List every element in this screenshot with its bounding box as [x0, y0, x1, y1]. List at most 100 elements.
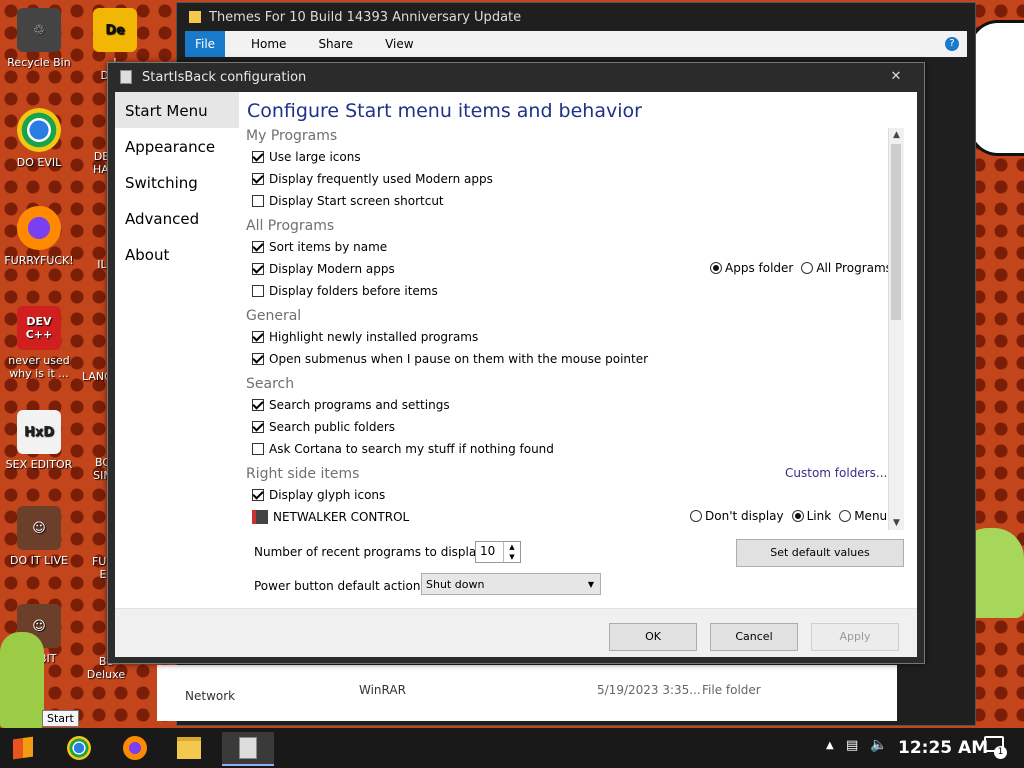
settings-panel: Configure Start menu items and behavior … — [246, 92, 917, 656]
taskbar-firefox[interactable] — [118, 732, 152, 764]
dialog-title: StartIsBack configuration — [142, 69, 307, 85]
checkbox[interactable] — [252, 285, 264, 297]
option-label: Sort items by name — [269, 240, 388, 254]
option-modern-apps-frequent[interactable]: Display frequently used Modern apps — [252, 170, 493, 188]
checkbox[interactable] — [252, 353, 264, 365]
recent-programs-stepper[interactable]: 10 ▲ ▼ — [475, 541, 521, 563]
help-icon[interactable]: ? — [945, 37, 959, 51]
scroll-thumb[interactable] — [891, 144, 901, 320]
ok-button[interactable]: OK — [609, 623, 697, 651]
notification-center-button[interactable]: 1 — [984, 736, 1007, 759]
radio-label: Link — [806, 509, 832, 523]
checkbox[interactable] — [252, 331, 264, 343]
desktop-icon-label: never used why is it ... — [8, 354, 70, 380]
option-open-submenus[interactable]: Open submenus when I pause on them with … — [252, 350, 648, 368]
spin-down-icon[interactable]: ▼ — [504, 552, 520, 562]
desktop-icon-chrome[interactable]: DO EVIL — [0, 108, 78, 169]
desktop-icon-recycle-bin[interactable]: ♲ Recycle Bin — [0, 8, 78, 69]
set-default-values-button[interactable]: Set default values — [736, 539, 904, 567]
chrome-icon — [17, 108, 61, 152]
checkbox[interactable] — [252, 263, 264, 275]
custom-folders-link[interactable]: Custom folders... — [785, 466, 887, 480]
taskbar-startisback[interactable] — [222, 732, 274, 766]
taskbar-file-explorer[interactable] — [172, 732, 206, 764]
clock[interactable]: 12:25 AM — [898, 738, 988, 758]
option-search-public[interactable]: Search public folders — [252, 418, 395, 436]
power-button-label: Power button default action: — [254, 579, 425, 593]
apply-button[interactable]: Apply — [811, 623, 899, 651]
radio-label: Don't display — [705, 509, 784, 523]
chevron-down-icon: ▼ — [587, 580, 594, 589]
option-glyph-icons[interactable]: Display glyph icons — [252, 486, 385, 504]
radio-label: All Programs — [816, 261, 892, 275]
desktop-icon-firefox[interactable]: FURRYFUCK! — [0, 206, 78, 267]
app-icon — [239, 737, 257, 759]
start-tooltip: Start — [42, 710, 79, 727]
desktop-icon-label: DO EVIL — [16, 156, 62, 169]
checkbox[interactable] — [252, 241, 264, 253]
scroll-down-icon[interactable]: ▼ — [889, 516, 904, 530]
spin-buttons[interactable]: ▲ ▼ — [503, 542, 520, 562]
checkbox[interactable] — [252, 399, 264, 411]
power-action-select[interactable]: Shut down ▼ — [421, 573, 601, 595]
recent-programs-value[interactable]: 10 — [480, 544, 495, 558]
option-sort-by-name[interactable]: Sort items by name — [252, 238, 387, 256]
options-scrollbar[interactable]: ▲ ▼ — [888, 128, 904, 530]
nav-item-network[interactable]: Network — [185, 689, 235, 703]
network-icon[interactable]: ▤ — [846, 738, 858, 753]
close-button[interactable]: ✕ — [882, 67, 910, 87]
ribbon-tab-file[interactable]: File — [185, 31, 225, 57]
checkbox[interactable] — [252, 489, 264, 501]
nav-item-appearance[interactable]: Appearance — [115, 128, 239, 164]
desktop-icon-hxd[interactable]: HxD SEX EDITOR — [0, 410, 78, 471]
checkbox[interactable] — [252, 151, 264, 163]
radio-all-programs[interactable] — [801, 262, 814, 274]
desktop-icon-label: Deluxe — [86, 668, 126, 681]
firefox-icon — [123, 736, 147, 760]
checkbox[interactable] — [252, 195, 264, 207]
ribbon-tab-view[interactable]: View — [369, 31, 429, 57]
modern-apps-radio-group: Apps folder All Programs — [702, 261, 892, 275]
option-search-programs[interactable]: Search programs and settings — [252, 396, 450, 414]
ribbon-tab-share[interactable]: Share — [302, 31, 369, 57]
option-start-screen-shortcut[interactable]: Display Start screen shortcut — [252, 192, 444, 210]
chrome-icon — [67, 736, 91, 760]
checkbox[interactable] — [252, 173, 264, 185]
nav-item-advanced[interactable]: Advanced — [115, 200, 239, 236]
page-title: Configure Start menu items and behavior — [247, 100, 642, 122]
scroll-up-icon[interactable]: ▲ — [889, 128, 904, 142]
option-highlight-new[interactable]: Highlight newly installed programs — [252, 328, 478, 346]
app-icon — [120, 70, 132, 84]
folder-icon — [177, 737, 201, 759]
file-name[interactable]: WinRAR — [359, 683, 406, 697]
option-display-modern-apps[interactable]: Display Modern apps — [252, 260, 395, 278]
hxd-icon: HxD — [17, 410, 61, 454]
section-general: General — [246, 308, 302, 324]
ribbon-tab-home[interactable]: Home — [235, 31, 302, 57]
checkbox[interactable] — [252, 443, 264, 455]
cancel-button[interactable]: Cancel — [710, 623, 798, 651]
checkbox[interactable] — [252, 421, 264, 433]
option-ask-cortana[interactable]: Ask Cortana to search my stuff if nothin… — [252, 440, 554, 458]
option-folders-before-items[interactable]: Display folders before items — [252, 282, 438, 300]
taskbar-chrome[interactable] — [62, 732, 96, 764]
app-icon: De — [93, 8, 137, 52]
radio-menu[interactable] — [839, 510, 852, 522]
radio-link[interactable] — [791, 510, 804, 522]
radio-dont-display[interactable] — [690, 510, 702, 522]
volume-icon[interactable]: 🔈 — [870, 737, 887, 753]
explorer-titlebar: Themes For 10 Build 14393 Anniversary Up… — [177, 3, 975, 31]
nav-item-switching[interactable]: Switching — [115, 164, 239, 200]
option-large-icons[interactable]: Use large icons — [252, 148, 361, 166]
file-date: 5/19/2023 3:35... — [597, 683, 701, 697]
desktop-icon-do-it-live[interactable]: ☺ DO IT LIVE — [0, 506, 78, 567]
start-button[interactable] — [6, 732, 40, 764]
nav-item-start-menu[interactable]: Start Menu — [115, 92, 239, 128]
spin-up-icon[interactable]: ▲ — [504, 542, 520, 552]
chevron-up-icon[interactable]: ▲ — [826, 740, 834, 751]
startisback-dialog[interactable]: StartIsBack configuration ✕ Start Menu A… — [107, 62, 925, 664]
nav-item-about[interactable]: About — [115, 236, 239, 272]
desktop-icon-devcpp[interactable]: DEV C++ never used why is it ... — [0, 306, 78, 380]
notification-count-badge: 1 — [994, 746, 1007, 759]
radio-apps-folder[interactable] — [710, 262, 722, 274]
